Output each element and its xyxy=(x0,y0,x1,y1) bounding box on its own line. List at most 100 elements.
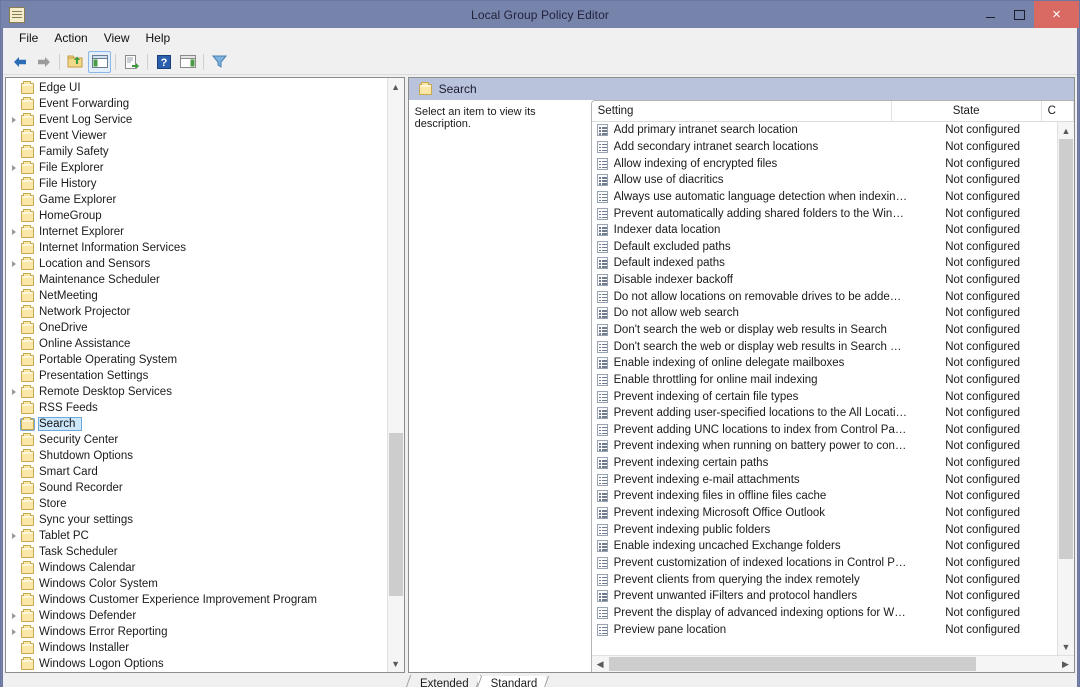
table-row[interactable]: Default indexed paths Not configured xyxy=(592,255,1057,272)
table-row[interactable]: Disable indexer backoff Not configured xyxy=(592,272,1057,289)
table-row[interactable]: Prevent indexing e-mail attachments Not c… xyxy=(592,471,1057,488)
tree-scroll-thumb[interactable] xyxy=(388,433,403,596)
table-row[interactable]: Do not allow web search Not configured xyxy=(592,305,1057,322)
tab-standard[interactable]: Standard xyxy=(477,676,547,687)
column-header-comment[interactable]: C xyxy=(1042,101,1074,121)
show-hide-action-pane-icon[interactable] xyxy=(176,51,199,73)
tree-item[interactable]: RSS Feeds xyxy=(6,400,387,416)
column-header-state[interactable]: State xyxy=(892,101,1042,121)
tree-item[interactable]: Game Explorer xyxy=(6,192,387,208)
tree-item[interactable]: Windows Defender xyxy=(6,608,387,624)
tree-vertical-scrollbar[interactable]: ▲ ▼ xyxy=(386,78,404,672)
table-row[interactable]: Prevent adding UNC locations to index fr… xyxy=(592,422,1057,439)
tree-item[interactable]: Security Center xyxy=(6,432,387,448)
tree-item[interactable]: Location and Sensors xyxy=(6,256,387,272)
tree-item[interactable]: Event Forwarding xyxy=(6,96,387,112)
tree-item[interactable]: Windows Error Reporting xyxy=(6,624,387,640)
table-row[interactable]: Allow indexing of encrypted files Not con… xyxy=(592,155,1057,172)
tree-item[interactable]: HomeGroup xyxy=(6,208,387,224)
expand-arrow-icon[interactable] xyxy=(6,613,21,619)
table-row[interactable]: Prevent indexing files in offline files … xyxy=(592,488,1057,505)
tree-item[interactable]: Online Assistance xyxy=(6,336,387,352)
tab-extended[interactable]: Extended xyxy=(407,675,478,687)
menu-file[interactable]: File xyxy=(11,29,46,47)
forward-icon[interactable] xyxy=(32,51,55,73)
menu-help[interactable]: Help xyxy=(138,29,179,47)
tree-item[interactable]: NetMeeting xyxy=(6,288,387,304)
list-vertical-scrollbar[interactable]: ▲ ▼ xyxy=(1057,122,1074,655)
tree-item[interactable]: Shutdown Options xyxy=(6,448,387,464)
list-scroll-left-icon[interactable]: ◀ xyxy=(592,656,609,672)
tree-scroll-down-icon[interactable]: ▼ xyxy=(388,655,404,672)
expand-arrow-icon[interactable] xyxy=(6,629,21,635)
column-header-setting[interactable]: Setting xyxy=(592,101,892,121)
tree-item[interactable]: Family Safety xyxy=(6,144,387,160)
table-row[interactable]: Prevent customization of indexed locatio… xyxy=(592,555,1057,572)
table-row[interactable]: Add primary intranet search location Not … xyxy=(592,122,1057,139)
tree-item[interactable]: File Explorer xyxy=(6,160,387,176)
tree-item[interactable]: Presentation Settings xyxy=(6,368,387,384)
table-row[interactable]: Add secondary intranet search locations N… xyxy=(592,139,1057,156)
expand-arrow-icon[interactable] xyxy=(6,261,21,267)
table-row[interactable]: Prevent indexing certain paths Not config… xyxy=(592,455,1057,472)
table-row[interactable]: Prevent automatically adding shared fold… xyxy=(592,205,1057,222)
expand-arrow-icon[interactable] xyxy=(6,229,21,235)
export-list-icon[interactable] xyxy=(120,51,143,73)
table-row[interactable]: Prevent indexing public folders Not confi… xyxy=(592,521,1057,538)
tree-item[interactable]: File History xyxy=(6,176,387,192)
tree-item[interactable]: Smart Card xyxy=(6,464,387,480)
tree-item[interactable]: Windows Installer xyxy=(6,640,387,656)
table-row[interactable]: Enable throttling for online mail indexi… xyxy=(592,372,1057,389)
expand-arrow-icon[interactable] xyxy=(6,533,21,539)
table-row[interactable]: Prevent adding user-specified locations … xyxy=(592,405,1057,422)
help-icon[interactable]: ? xyxy=(152,51,175,73)
tree-item[interactable]: Task Scheduler xyxy=(6,544,387,560)
list-scroll-down-icon[interactable]: ▼ xyxy=(1058,638,1074,655)
show-hide-console-tree-icon[interactable] xyxy=(88,50,111,73)
tree-item[interactable]: Internet Explorer xyxy=(6,224,387,240)
table-row[interactable]: Prevent indexing when running on battery… xyxy=(592,438,1057,455)
menu-view[interactable]: View xyxy=(96,29,138,47)
back-icon[interactable] xyxy=(8,51,31,73)
expand-arrow-icon[interactable] xyxy=(6,117,21,123)
menu-action[interactable]: Action xyxy=(46,29,95,47)
close-button[interactable]: × xyxy=(1034,1,1079,28)
table-row[interactable]: Always use automatic language detection … xyxy=(592,189,1057,206)
tree-item[interactable]: Event Viewer xyxy=(6,128,387,144)
list-hscroll-thumb[interactable] xyxy=(608,657,977,671)
table-row[interactable]: Enable indexing uncached Exchange folder… xyxy=(592,538,1057,555)
tree-item[interactable]: Search xyxy=(6,416,387,432)
table-row[interactable]: Don't search the web or display web resu… xyxy=(592,322,1057,339)
list-scroll-up-icon[interactable]: ▲ xyxy=(1058,122,1074,139)
maximize-button[interactable] xyxy=(1005,1,1034,28)
tree-item[interactable]: Network Projector xyxy=(6,304,387,320)
expand-arrow-icon[interactable] xyxy=(6,389,21,395)
tree-item[interactable]: Windows Customer Experience Improvement … xyxy=(6,592,387,608)
table-row[interactable]: Default excluded paths Not configured xyxy=(592,238,1057,255)
table-row[interactable]: Enable indexing of online delegate mailb… xyxy=(592,355,1057,372)
tree-item[interactable]: Windows Logon Options xyxy=(6,656,387,672)
tree-item[interactable]: Event Log Service xyxy=(6,112,387,128)
tree-scroll-up-icon[interactable]: ▲ xyxy=(388,78,404,95)
table-row[interactable]: Don't search the web or display web resu… xyxy=(592,338,1057,355)
table-row[interactable]: Allow use of diacritics Not configured xyxy=(592,172,1057,189)
list-scroll-right-icon[interactable]: ▶ xyxy=(1057,656,1074,672)
tree-item[interactable]: Edge UI xyxy=(6,80,387,96)
table-row[interactable]: Prevent unwanted iFilters and protocol h… xyxy=(592,588,1057,605)
tree-item[interactable]: Windows Color System xyxy=(6,576,387,592)
table-row[interactable]: Prevent indexing of certain file types No… xyxy=(592,388,1057,405)
table-row[interactable]: Indexer data location Not configured xyxy=(592,222,1057,239)
tree-item[interactable]: Sync your settings xyxy=(6,512,387,528)
minimize-button[interactable] xyxy=(976,1,1005,28)
tree-item[interactable]: Store xyxy=(6,496,387,512)
tree-item[interactable]: Sound Recorder xyxy=(6,480,387,496)
table-row[interactable]: Prevent indexing Microsoft Office Outloo… xyxy=(592,505,1057,522)
tree-item[interactable]: OneDrive xyxy=(6,320,387,336)
table-row[interactable]: Prevent clients from querying the index … xyxy=(592,571,1057,588)
expand-arrow-icon[interactable] xyxy=(6,165,21,171)
tree-item[interactable]: Maintenance Scheduler xyxy=(6,272,387,288)
tree-item[interactable]: Remote Desktop Services xyxy=(6,384,387,400)
table-row[interactable]: Do not allow locations on removable driv… xyxy=(592,288,1057,305)
table-row[interactable]: Prevent the display of advanced indexing… xyxy=(592,605,1057,622)
tree-item[interactable]: Portable Operating System xyxy=(6,352,387,368)
